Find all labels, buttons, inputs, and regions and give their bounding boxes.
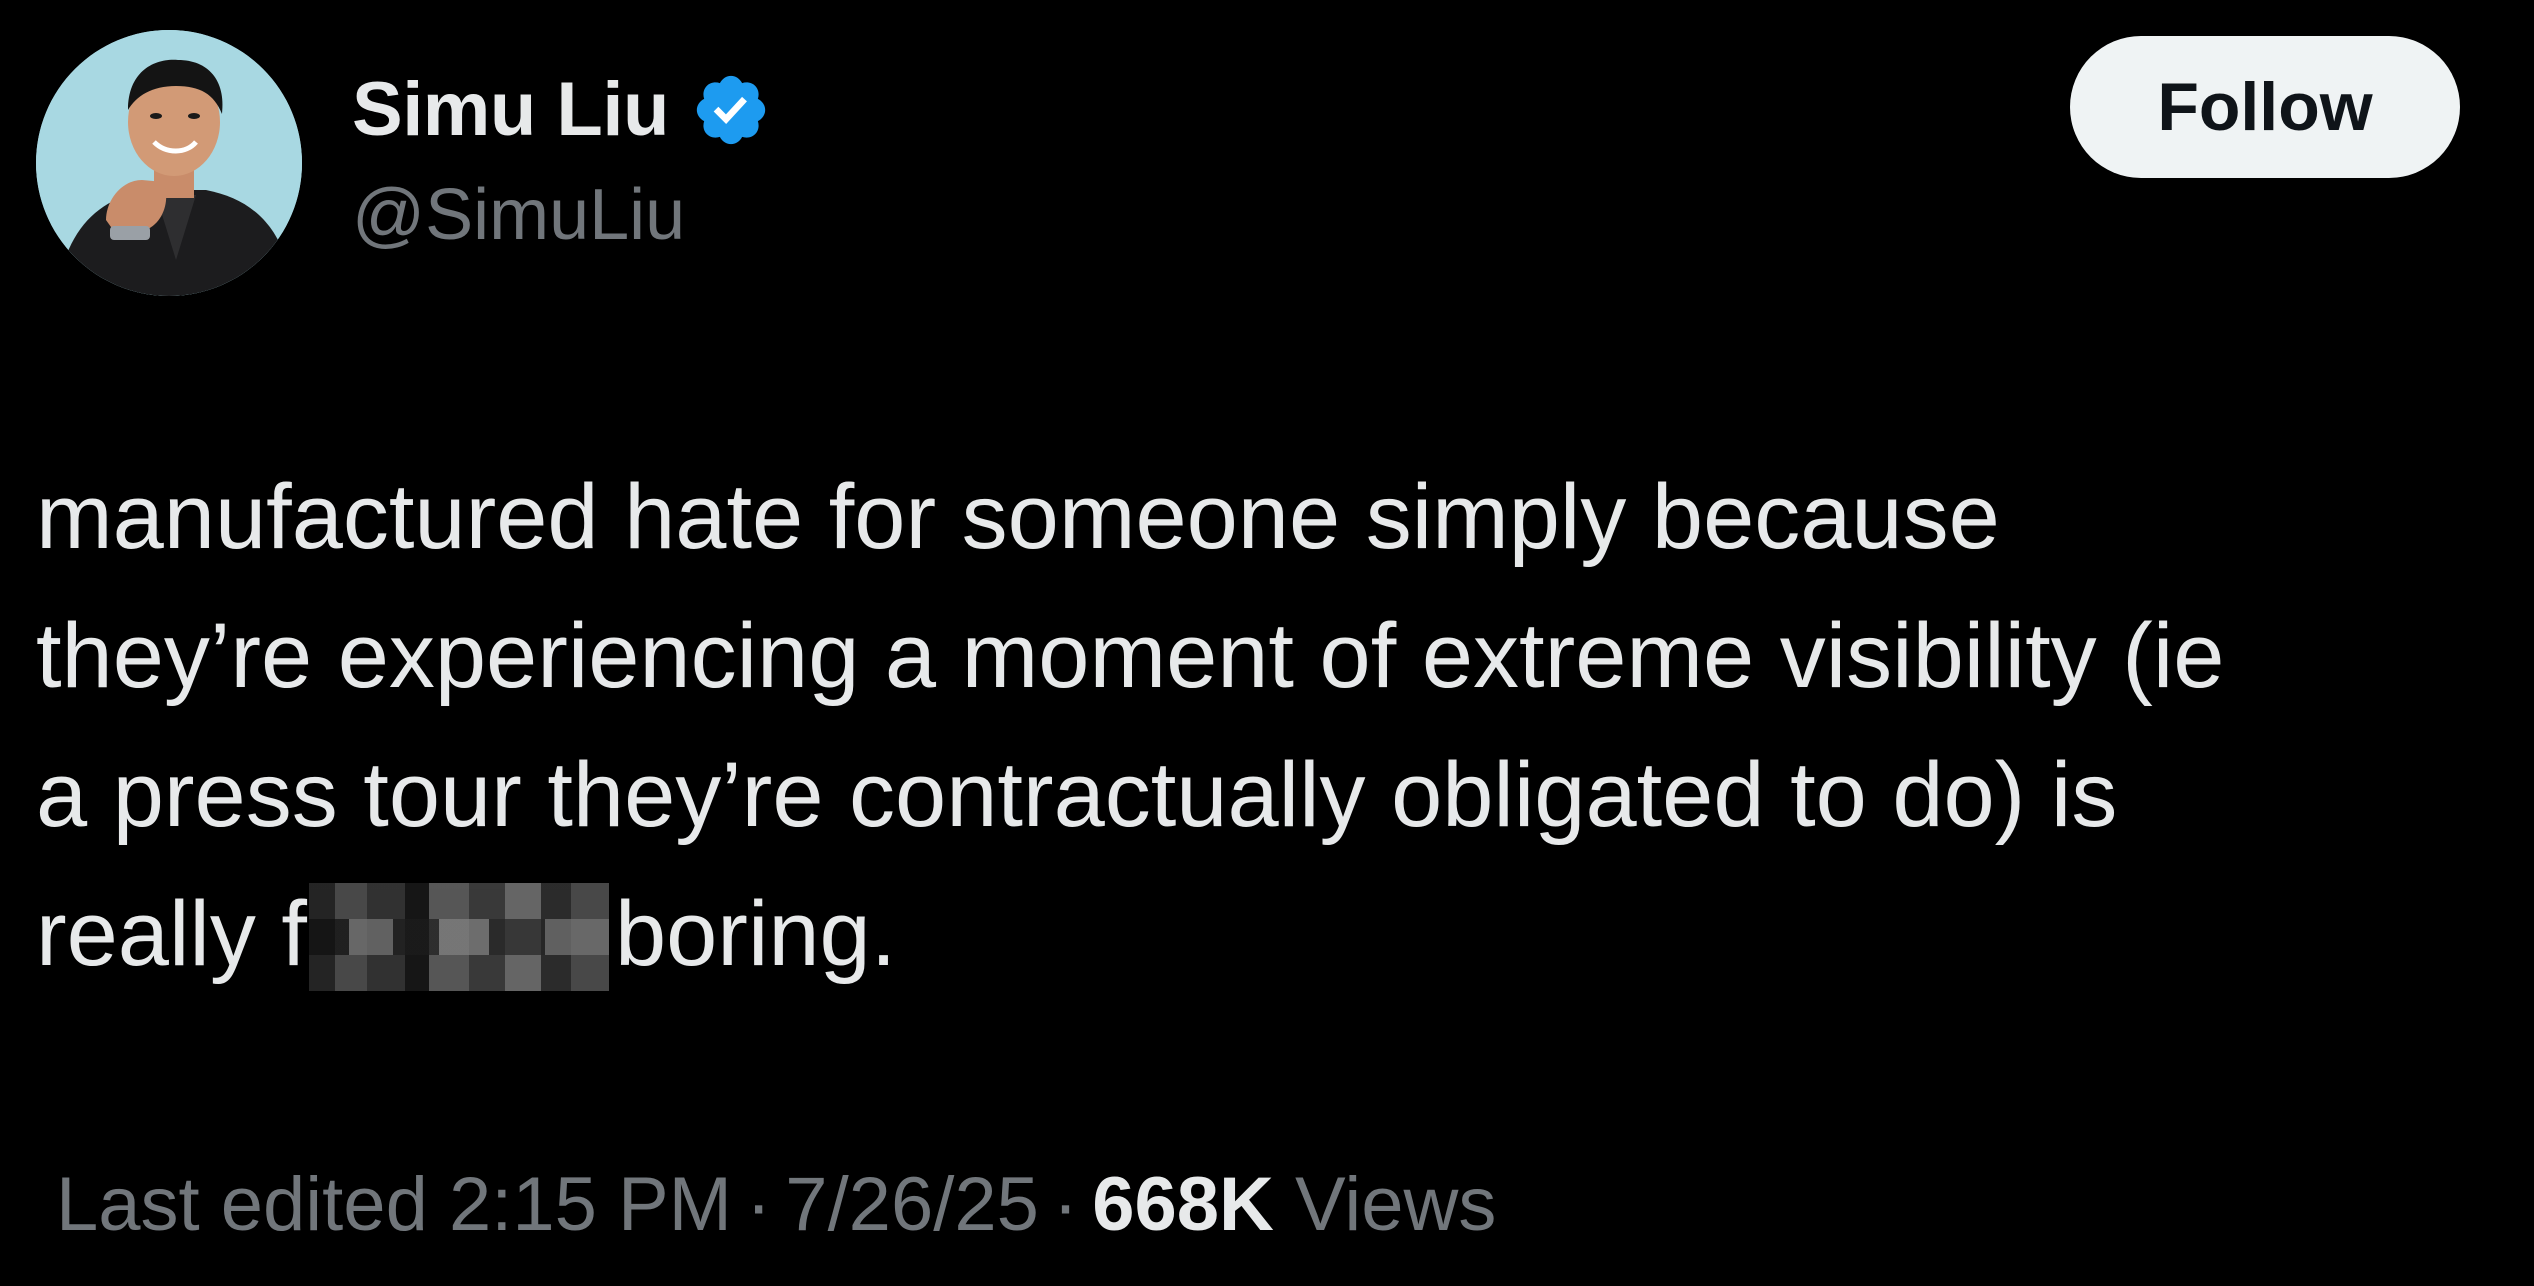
views-label: Views <box>1295 1162 1497 1247</box>
tweet-text-line-last: really f boring. <box>36 865 2496 1004</box>
censored-word-pixelation <box>308 883 609 991</box>
tweet-text-line: manufactured hate for someone simply bec… <box>36 466 2000 568</box>
meta-separator: · <box>745 1162 772 1247</box>
avatar-photo-icon <box>36 30 302 296</box>
follow-button[interactable]: Follow <box>2070 36 2460 178</box>
meta-separator: · <box>1052 1162 1079 1247</box>
verified-badge-icon[interactable] <box>691 70 771 150</box>
author-handle[interactable]: @SimuLiu <box>352 172 685 258</box>
avatar[interactable] <box>36 30 302 296</box>
tweet-text: manufactured hate for someone simply bec… <box>36 448 2496 1004</box>
views-count: 668K <box>1092 1162 1274 1247</box>
tweet-text-line: a press tour they’re contractually oblig… <box>36 744 2118 846</box>
tweet-meta: Last edited 2:15 PM · 7/26/25 · 668K Views <box>56 1160 1496 1250</box>
author-display-name[interactable]: Simu Liu <box>352 72 669 148</box>
tweet-text-after-censor: boring. <box>614 883 897 985</box>
tweet-text-before-censor: really f <box>36 883 307 985</box>
tweet-date[interactable]: 7/26/25 <box>785 1162 1039 1247</box>
tweet-card: Simu Liu @SimuLiu Follow manufactured ha… <box>0 0 2534 1286</box>
last-edited-timestamp[interactable]: Last edited 2:15 PM <box>56 1162 732 1247</box>
tweet-text-line: they’re experiencing a moment of extreme… <box>36 605 2225 707</box>
author-name-row: Simu Liu <box>352 62 771 158</box>
